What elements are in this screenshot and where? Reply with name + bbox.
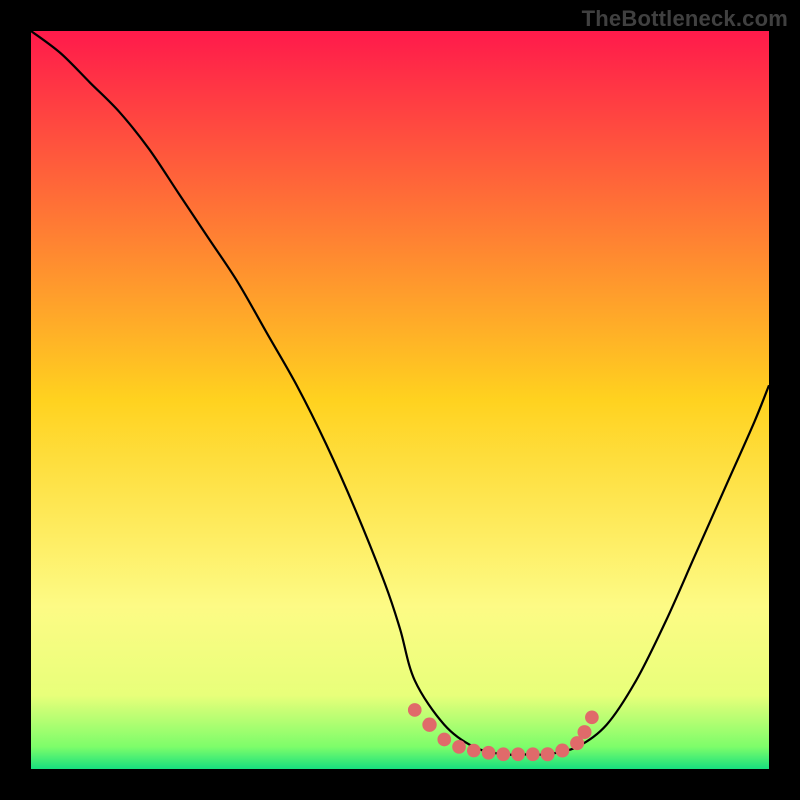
dot <box>408 703 422 717</box>
dot <box>437 733 451 747</box>
dot <box>541 747 555 761</box>
chart-background <box>31 31 769 769</box>
plot-area <box>31 31 769 769</box>
dot <box>452 740 466 754</box>
dot <box>555 744 569 758</box>
dot <box>511 747 525 761</box>
chart-svg <box>31 31 769 769</box>
dot <box>526 747 540 761</box>
dot <box>585 711 599 725</box>
dot <box>482 746 496 760</box>
dot <box>496 747 510 761</box>
dot <box>422 718 436 732</box>
dot <box>467 744 481 758</box>
chart-stage: TheBottleneck.com <box>0 0 800 800</box>
dot <box>577 725 591 739</box>
watermark-text: TheBottleneck.com <box>582 6 788 32</box>
